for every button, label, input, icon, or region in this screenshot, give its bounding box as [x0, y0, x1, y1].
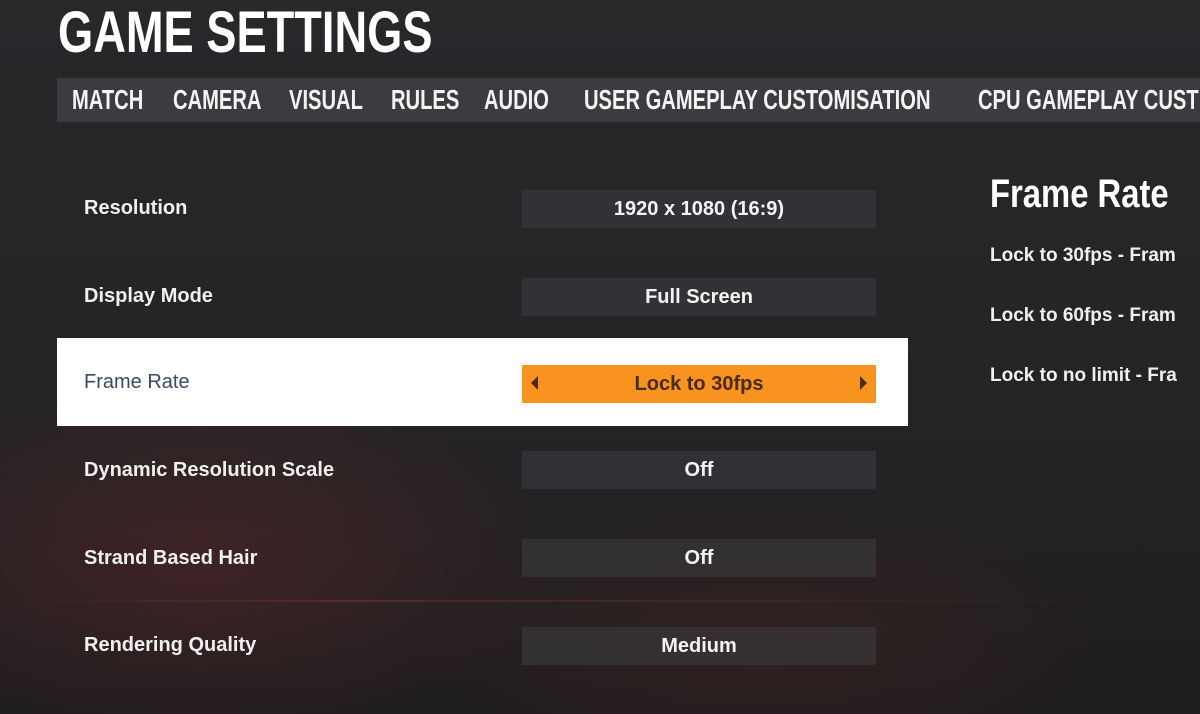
help-panel-title: Frame Rate — [990, 172, 1169, 216]
arrow-right-icon[interactable] — [860, 376, 867, 390]
tab-cpu-gameplay-customisation[interactable]: CPU GAMEPLAY CUST — [978, 84, 1199, 116]
tab-bar: MATCH CAMERA VISUAL RULES AUDIO USER GAM… — [57, 78, 1200, 122]
arrow-left-icon[interactable] — [531, 376, 538, 390]
setting-label-frame-rate: Frame Rate — [84, 371, 190, 393]
background-line — [0, 600, 1200, 602]
setting-value-resolution[interactable]: 1920 x 1080 (16:9) — [522, 190, 876, 228]
help-line-30fps: Lock to 30fps - Fram — [990, 245, 1176, 266]
setting-value-dynamic-resolution-scale[interactable]: Off — [522, 451, 876, 489]
setting-label-rendering-quality: Rendering Quality — [84, 634, 257, 656]
tab-user-gameplay-customisation[interactable]: USER GAMEPLAY CUSTOMISATION — [584, 84, 931, 116]
setting-value-rendering-quality[interactable]: Medium — [522, 627, 876, 665]
setting-label-resolution: Resolution — [84, 197, 188, 219]
setting-value-frame-rate: Lock to 30fps — [634, 372, 764, 395]
tab-camera[interactable]: CAMERA — [173, 84, 261, 116]
setting-label-display-mode: Display Mode — [84, 285, 213, 307]
setting-value-strand-based-hair[interactable]: Off — [522, 539, 876, 577]
setting-row-frame-rate[interactable]: Frame Rate Lock to 30fps — [57, 338, 908, 426]
frame-rate-selector[interactable]: Lock to 30fps — [522, 365, 876, 403]
tab-visual[interactable]: VISUAL — [289, 84, 363, 116]
tab-audio[interactable]: AUDIO — [484, 84, 549, 116]
setting-label-strand-based-hair: Strand Based Hair — [84, 547, 258, 569]
help-line-no-limit: Lock to no limit - Fra — [990, 365, 1177, 386]
tab-rules[interactable]: RULES — [391, 84, 459, 116]
page-title: GAME SETTINGS — [58, 0, 433, 65]
setting-label-dynamic-resolution-scale: Dynamic Resolution Scale — [84, 459, 335, 481]
setting-value-display-mode[interactable]: Full Screen — [522, 278, 876, 316]
tab-match[interactable]: MATCH — [72, 84, 143, 116]
help-line-60fps: Lock to 60fps - Fram — [990, 305, 1176, 326]
